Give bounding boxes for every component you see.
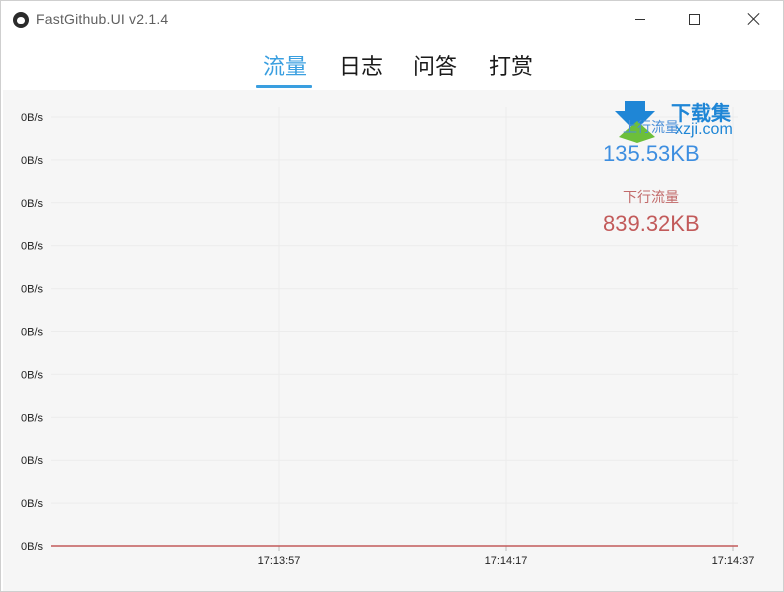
minimize-button[interactable]	[617, 1, 663, 37]
close-icon	[747, 12, 761, 26]
app-window: FastGithub.UI v2.1.4 流量 日志 问答 打赏 0B/s 0B/…	[0, 0, 784, 592]
close-button[interactable]	[731, 1, 777, 37]
download-value: 839.32KB	[603, 211, 700, 236]
x-tick-label: 17:14:17	[485, 555, 528, 567]
tab-qa[interactable]: 问答	[413, 49, 457, 81]
y-tick-label: 0B/s	[21, 455, 44, 467]
y-tick-label: 0B/s	[21, 541, 44, 553]
download-label: 下行流量	[623, 189, 679, 205]
title-bar[interactable]: FastGithub.UI v2.1.4	[1, 1, 783, 37]
maximize-button[interactable]	[671, 1, 717, 37]
window-title: FastGithub.UI v2.1.4	[36, 11, 169, 27]
y-tick-label: 0B/s	[21, 498, 44, 510]
y-tick-label: 0B/s	[21, 155, 44, 167]
minimize-icon	[635, 18, 645, 20]
x-tick-label: 17:13:57	[258, 555, 301, 567]
y-tick-label: 0B/s	[21, 198, 44, 210]
y-tick-label: 0B/s	[21, 369, 44, 381]
maximize-icon	[688, 13, 700, 25]
tab-bar: 流量 日志 问答 打赏	[1, 45, 783, 89]
y-tick-label: 0B/s	[21, 112, 44, 124]
watermark-url: xzji.com	[675, 121, 733, 138]
x-tick-label: 17:14:37	[712, 555, 755, 567]
tab-log[interactable]: 日志	[339, 49, 383, 81]
y-tick-label: 0B/s	[21, 327, 44, 339]
active-tab-indicator	[256, 85, 312, 88]
y-tick-label: 0B/s	[21, 284, 44, 296]
upload-label: 上行流量	[623, 119, 679, 135]
github-icon	[13, 12, 29, 28]
tab-donate[interactable]: 打赏	[489, 49, 533, 81]
tab-traffic[interactable]: 流量	[263, 49, 307, 81]
y-tick-label: 0B/s	[21, 241, 44, 253]
y-tick-label: 0B/s	[21, 412, 44, 424]
upload-value: 135.53KB	[603, 141, 700, 166]
